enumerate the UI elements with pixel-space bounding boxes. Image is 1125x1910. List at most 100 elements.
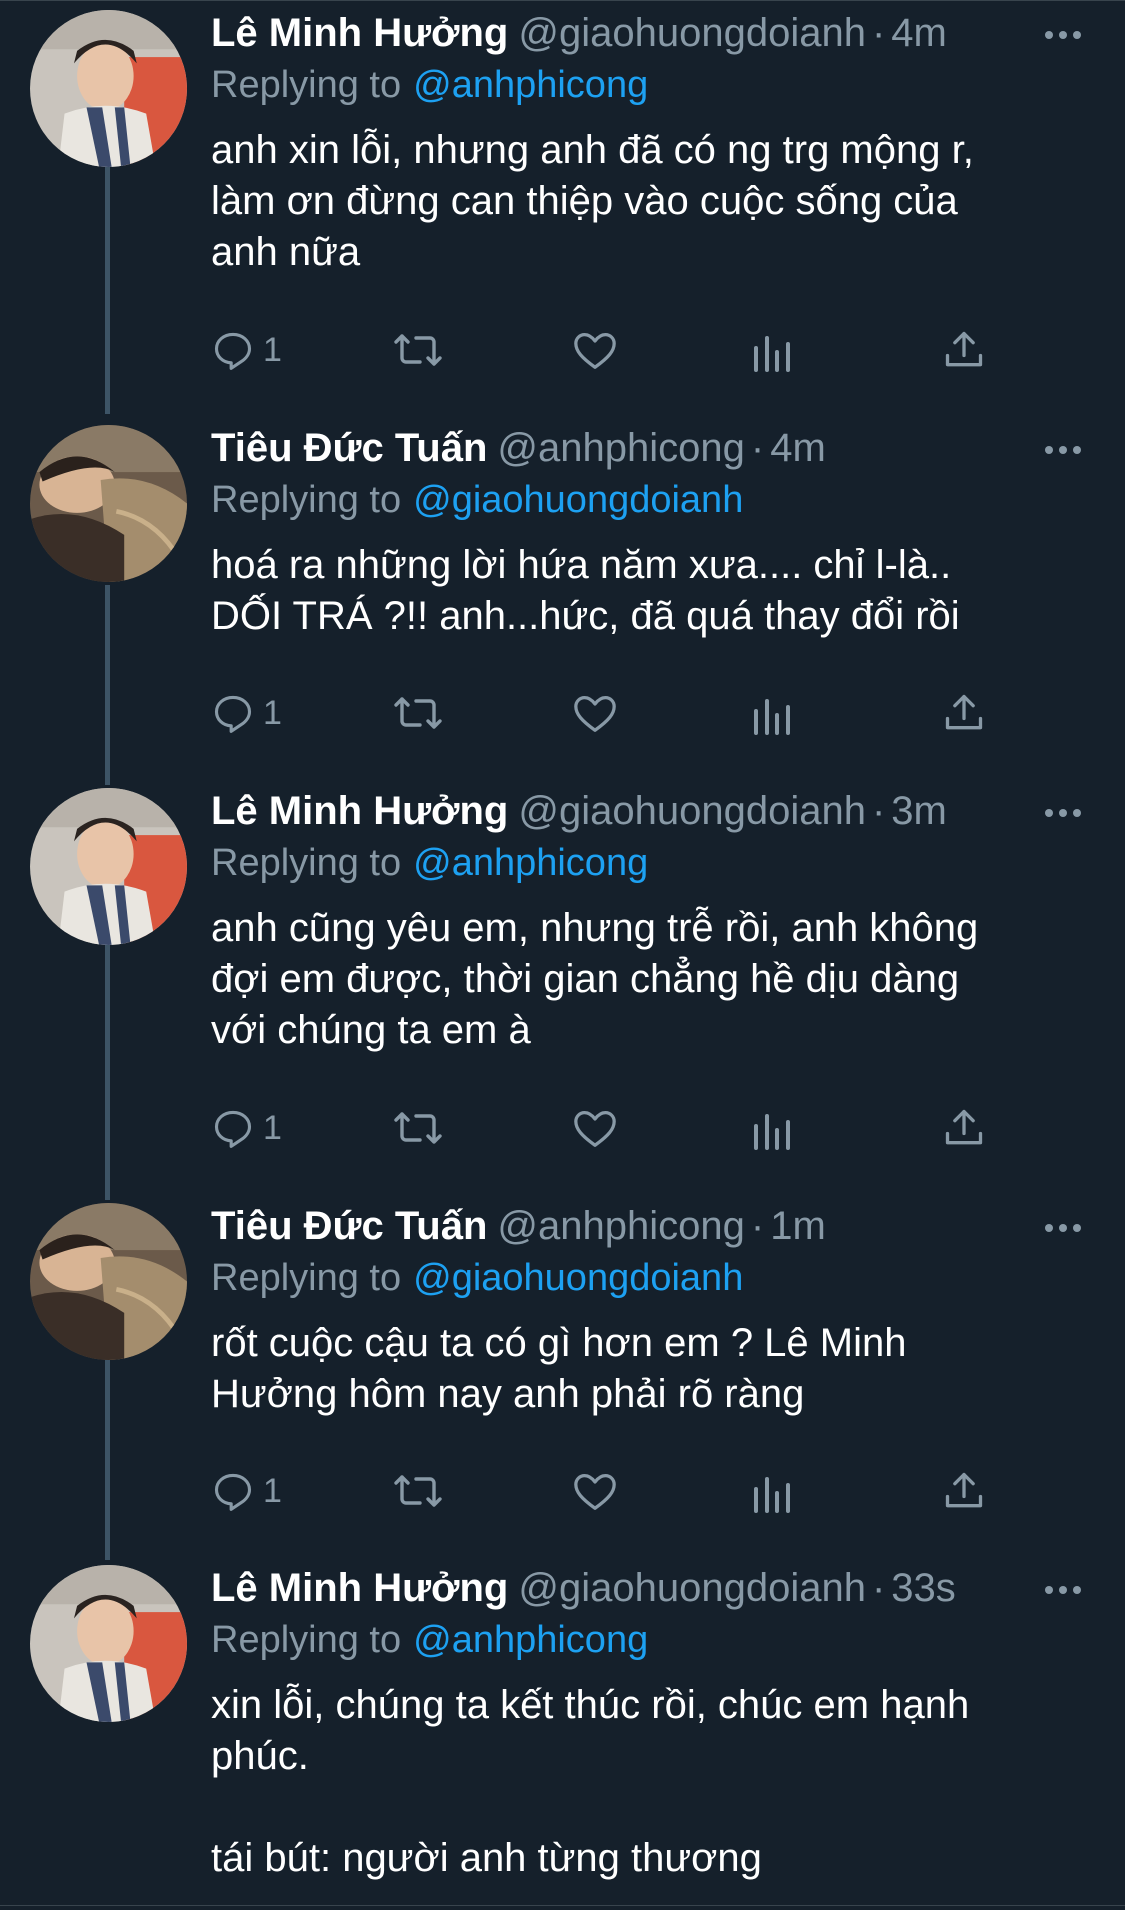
profile-photo-man-scarf-icon [30, 1565, 187, 1722]
replying-to-mention[interactable]: @giaohuongdoianh [413, 479, 743, 521]
like-button[interactable] [572, 1466, 618, 1516]
timestamp[interactable]: 33s [891, 1566, 956, 1610]
display-name[interactable]: Lê Minh Hưởng [211, 1566, 508, 1610]
user-handle[interactable]: @giaohuongdoianh [518, 1566, 866, 1610]
more-icon [1045, 446, 1081, 454]
thread-connector [105, 945, 110, 1200]
profile-photo-man-scarf-icon [30, 10, 187, 167]
share-button[interactable] [942, 325, 986, 375]
timestamp[interactable]: 1m [770, 1204, 826, 1248]
tweet-header: Tiêu Đức Tuấn @anhphicong · 4m [211, 423, 1125, 473]
more-options-button[interactable] [1043, 788, 1083, 838]
retweet-button[interactable] [392, 688, 444, 738]
analytics-button[interactable] [752, 688, 792, 738]
separator-dot: · [871, 1566, 886, 1610]
replying-to-mention[interactable]: @anhphicong [413, 1619, 648, 1661]
avatar[interactable] [30, 788, 187, 945]
replying-to-mention[interactable]: @giaohuongdoianh [413, 1257, 743, 1299]
like-button[interactable] [572, 325, 618, 375]
retweet-button[interactable] [392, 1103, 444, 1153]
tweet-header: Lê Minh Hưởng @giaohuongdoianh · 3m [211, 786, 1125, 836]
user-handle[interactable]: @giaohuongdoianh [518, 11, 866, 55]
separator-dot: · [871, 11, 886, 55]
more-options-button[interactable] [1043, 1203, 1083, 1253]
divider [0, 0, 1125, 1]
display-name[interactable]: Lê Minh Hưởng [211, 789, 508, 833]
analytics-icon [754, 1477, 790, 1513]
share-icon [945, 1472, 983, 1508]
tweet-text: anh xin lỗi, nhưng anh đã có ng trg mộng… [211, 128, 974, 274]
heart-icon [574, 333, 616, 369]
tweet-thread: Lê Minh Hưởng @giaohuongdoianh · 4m Replyin… [0, 0, 1125, 1910]
display-name[interactable]: Lê Minh Hưởng [211, 11, 508, 55]
replying-to-label: Replying to [211, 479, 402, 521]
more-icon [1045, 1586, 1081, 1594]
analytics-icon [754, 336, 790, 372]
replying-to: Replying to @anhphicong [211, 838, 648, 888]
reply-count: 1 [263, 1108, 282, 1147]
like-button[interactable] [572, 688, 618, 738]
more-options-button[interactable] [1043, 1565, 1083, 1615]
analytics-button[interactable] [752, 1466, 792, 1516]
analytics-icon [754, 1114, 790, 1150]
replying-to-label: Replying to [211, 64, 402, 106]
avatar[interactable] [30, 425, 187, 582]
analytics-button[interactable] [752, 325, 792, 375]
user-handle[interactable]: @giaohuongdoianh [518, 789, 866, 833]
tweet-header: Lê Minh Hưởng @giaohuongdoianh · 4m [211, 8, 1125, 58]
reply-button[interactable]: 1 [211, 325, 282, 375]
share-button[interactable] [942, 1103, 986, 1153]
reply-icon [214, 332, 252, 370]
analytics-icon [754, 699, 790, 735]
reply-button[interactable]: 1 [211, 688, 282, 738]
display-name[interactable]: Tiêu Đức Tuấn [211, 1204, 487, 1248]
reply-count: 1 [263, 693, 282, 732]
separator-dot: · [750, 426, 765, 470]
share-icon [945, 331, 983, 367]
tweet-actions: 1 [211, 688, 1091, 738]
user-handle[interactable]: @anhphicong [497, 1204, 744, 1248]
analytics-button[interactable] [752, 1103, 792, 1153]
share-icon [945, 1109, 983, 1145]
tweet-actions: 1 [211, 1103, 1091, 1153]
replying-to-label: Replying to [211, 1619, 402, 1661]
thread-connector [105, 1360, 110, 1560]
replying-to-mention[interactable]: @anhphicong [413, 842, 648, 884]
tweet-text: rốt cuộc cậu ta có gì hơn em ? Lê Minh H… [211, 1321, 907, 1416]
user-handle[interactable]: @anhphicong [497, 426, 744, 470]
avatar[interactable] [30, 1565, 187, 1722]
reply-icon [214, 1110, 252, 1148]
reply-button[interactable]: 1 [211, 1466, 282, 1516]
reply-button[interactable]: 1 [211, 1103, 282, 1153]
timestamp[interactable]: 3m [891, 789, 947, 833]
share-button[interactable] [942, 688, 986, 738]
timestamp[interactable]: 4m [891, 11, 947, 55]
reply-icon [214, 1473, 252, 1511]
tweet-text: anh cũng yêu em, nhưng trễ rồi, anh khôn… [211, 906, 979, 1052]
retweet-icon [394, 697, 442, 729]
tweet-actions: 1 [211, 325, 1091, 375]
profile-photo-sleeping-icon [30, 1203, 187, 1360]
timestamp[interactable]: 4m [770, 426, 826, 470]
more-icon [1045, 1224, 1081, 1232]
reply-count: 1 [263, 330, 282, 369]
profile-photo-sleeping-icon [30, 425, 187, 582]
retweet-button[interactable] [392, 325, 444, 375]
replying-to-mention[interactable]: @anhphicong [413, 64, 648, 106]
heart-icon [574, 1111, 616, 1147]
divider [0, 1905, 1125, 1906]
share-icon [945, 694, 983, 730]
replying-to-label: Replying to [211, 842, 402, 884]
like-button[interactable] [572, 1103, 618, 1153]
replying-to-label: Replying to [211, 1257, 402, 1299]
avatar[interactable] [30, 10, 187, 167]
retweet-button[interactable] [392, 1466, 444, 1516]
more-options-button[interactable] [1043, 10, 1083, 60]
more-options-button[interactable] [1043, 425, 1083, 475]
retweet-icon [394, 1475, 442, 1507]
avatar[interactable] [30, 1203, 187, 1360]
tweet-header: Tiêu Đức Tuấn @anhphicong · 1m [211, 1201, 1125, 1251]
tweet-actions: 1 [211, 1466, 1091, 1516]
share-button[interactable] [942, 1466, 986, 1516]
display-name[interactable]: Tiêu Đức Tuấn [211, 426, 487, 470]
